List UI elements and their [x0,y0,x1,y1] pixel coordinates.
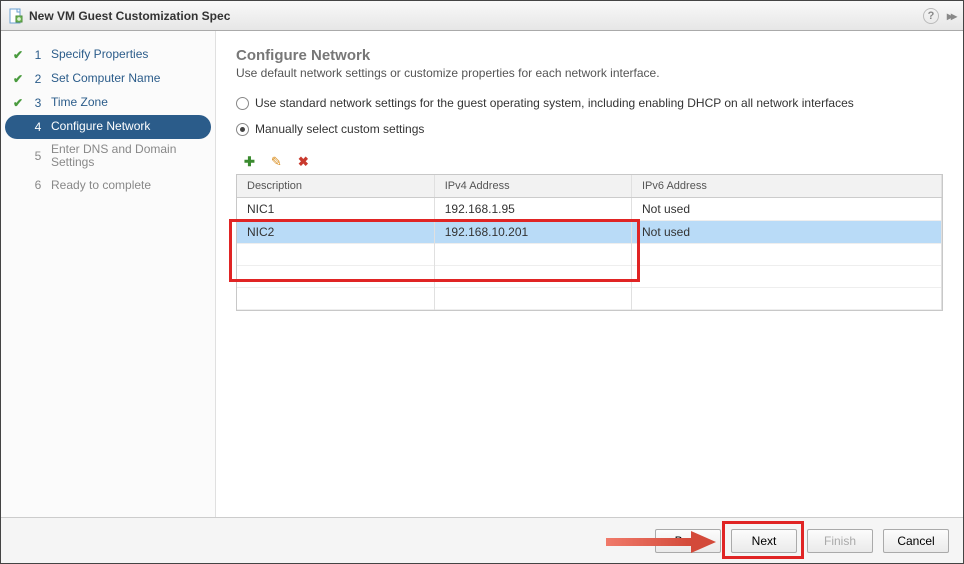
step-configure-network[interactable]: ✔4Configure Network [5,115,211,139]
option-manual-network[interactable]: Manually select custom settings [236,122,943,136]
step-set-computer-name[interactable]: ✔2Set Computer Name [1,67,215,91]
table-row [237,287,942,309]
header-description[interactable]: Description [237,175,434,197]
option-standard-label: Use standard network settings for the gu… [255,96,854,110]
edit-icon[interactable]: ✎ [271,154,282,170]
nic-table: Description IPv4 Address IPv6 Address NI… [236,174,943,311]
radio-icon [236,123,249,136]
header-ipv4[interactable]: IPv4 Address [434,175,631,197]
header-ipv6[interactable]: IPv6 Address [632,175,942,197]
add-icon[interactable]: ✚ [244,154,255,170]
footer: Back Next Finish Cancel [1,517,963,563]
check-icon: ✔ [11,72,25,86]
table-row[interactable]: NIC1 192.168.1.95 Not used [237,197,942,220]
check-icon: ✔ [11,96,25,110]
next-button[interactable]: Next [731,529,797,553]
option-manual-label: Manually select custom settings [255,122,424,136]
table-row [237,243,942,265]
document-icon [9,8,23,24]
check-icon: ✔ [11,120,25,134]
step-specify-properties[interactable]: ✔1Specify Properties [1,43,215,67]
page-description: Use default network settings or customiz… [236,66,943,80]
step-ready: .6Ready to complete [1,173,215,197]
nic-toolbar: ✚ ✎ ✖ [236,148,943,174]
check-icon: ✔ [11,48,25,62]
titlebar: New VM Guest Customization Spec ? ▸▸ [1,1,963,31]
expand-icon[interactable]: ▸▸ [947,9,955,23]
page-title: Configure Network [236,47,943,64]
finish-button: Finish [807,529,873,553]
wizard-steps: ✔1Specify Properties ✔2Set Computer Name… [1,31,216,517]
table-row [237,265,942,287]
dialog-title: New VM Guest Customization Spec [29,9,230,23]
step-time-zone[interactable]: ✔3Time Zone [1,91,215,115]
back-button[interactable]: Back [655,529,721,553]
table-row[interactable]: NIC2 192.168.10.201 Not used [237,220,942,243]
help-icon[interactable]: ? [923,8,939,24]
cancel-button[interactable]: Cancel [883,529,949,553]
wizard-dialog: New VM Guest Customization Spec ? ▸▸ ✔1S… [0,0,964,564]
delete-icon[interactable]: ✖ [298,154,309,170]
option-standard-network[interactable]: Use standard network settings for the gu… [236,96,943,110]
content-area: Configure Network Use default network se… [216,31,963,517]
radio-icon [236,97,249,110]
step-dns-domain: .5Enter DNS and Domain Settings [1,139,215,173]
